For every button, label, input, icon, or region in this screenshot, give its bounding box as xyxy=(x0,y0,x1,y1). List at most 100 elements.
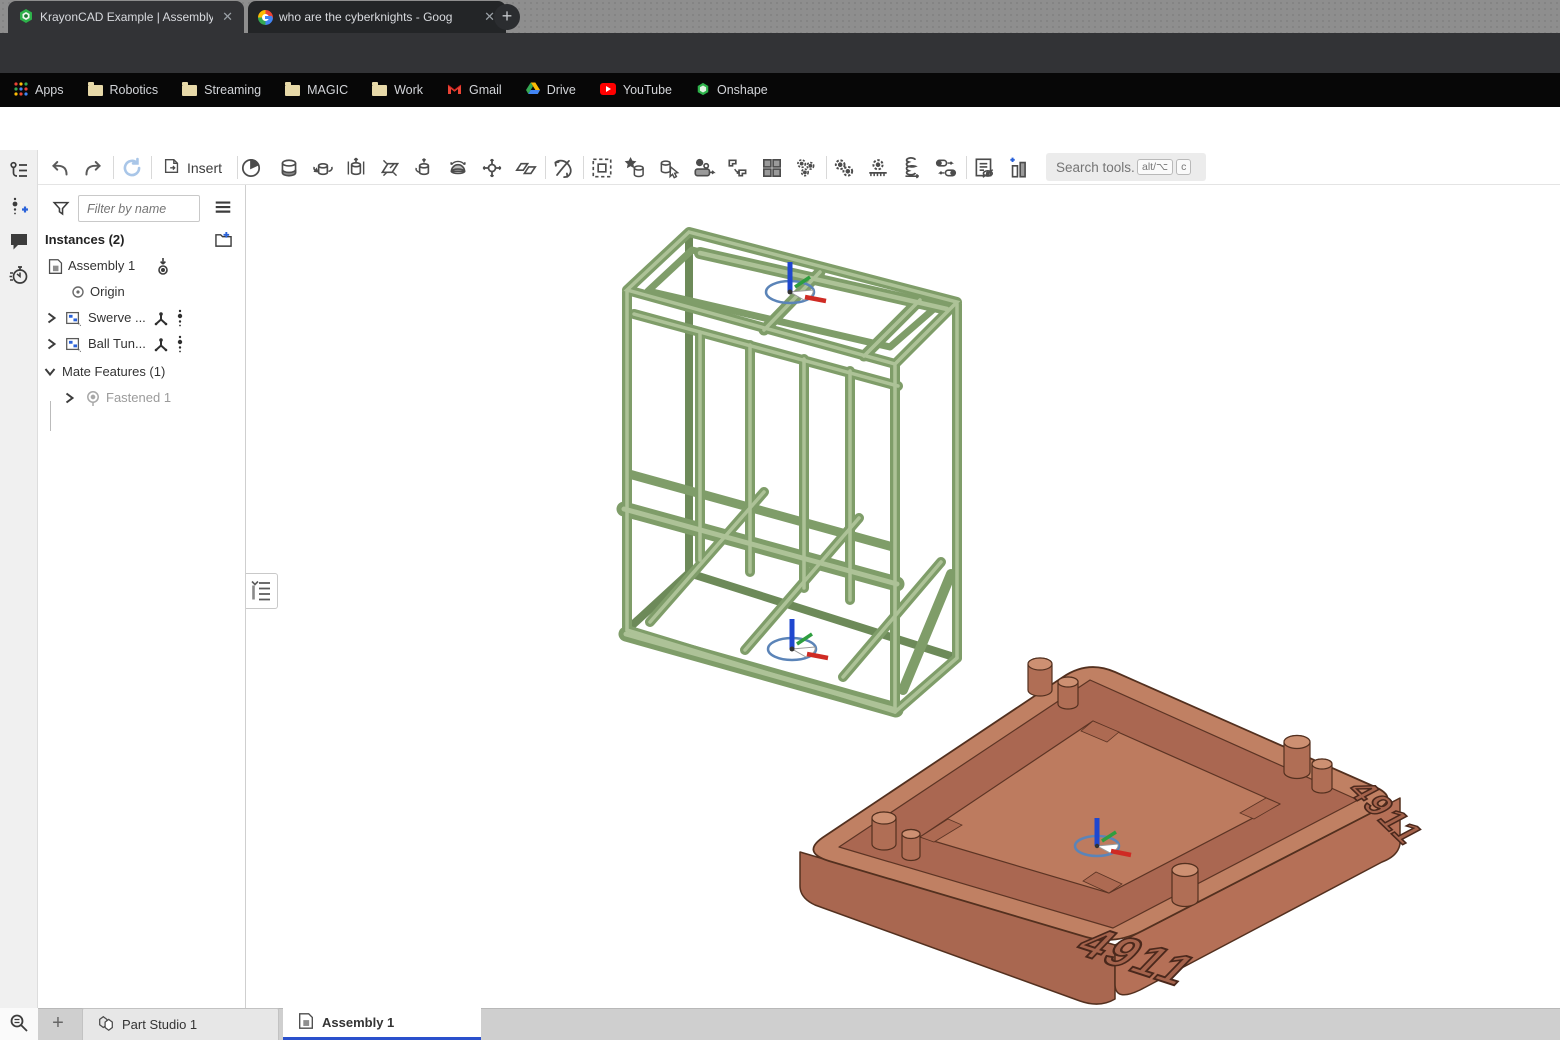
tab-close-icon[interactable]: ✕ xyxy=(219,9,236,25)
pattern-icon[interactable] xyxy=(760,156,784,180)
bookmark-robotics[interactable]: Robotics xyxy=(88,83,159,97)
mate-connector-triad[interactable] xyxy=(768,619,828,660)
mate-features-header-row[interactable]: Mate Features (1) xyxy=(38,361,246,385)
google-drive-icon xyxy=(526,82,540,98)
bookmark-apps[interactable]: Apps xyxy=(14,82,64,99)
bookmark-work[interactable]: Work xyxy=(372,83,423,97)
instances-list-icon[interactable] xyxy=(8,160,30,182)
search-tabs-button[interactable] xyxy=(0,1008,38,1040)
assembly-doc-icon xyxy=(47,258,64,278)
tree-item-assembly[interactable]: Assembly 1 xyxy=(38,255,246,279)
snap-mode-icon[interactable] xyxy=(692,156,716,180)
onshape-favicon-icon xyxy=(18,8,34,27)
bookmark-onshape[interactable]: Onshape xyxy=(696,82,768,99)
revolute-mate-icon[interactable] xyxy=(311,156,335,180)
ball-mate-icon[interactable] xyxy=(446,156,470,180)
bookmark-streaming[interactable]: Streaming xyxy=(182,83,261,97)
shortcut-key-c: c xyxy=(1176,159,1191,175)
mate-features-header: Mate Features (1) xyxy=(62,364,165,379)
tree-item-label: Swerve ... xyxy=(88,310,146,325)
onshape-header: onshape KrayonCAD Example Main xyxy=(0,107,1560,150)
apps-grid-icon xyxy=(14,82,28,99)
search-tools-input[interactable] xyxy=(1056,160,1134,175)
insert-icon xyxy=(162,156,182,179)
bookmark-drive[interactable]: Drive xyxy=(526,82,576,98)
replicate-icon[interactable] xyxy=(726,156,750,180)
browser-tab-active[interactable]: KrayonCAD Example | Assembly ✕ xyxy=(8,1,244,33)
3d-viewport[interactable]: 4911 4911 xyxy=(246,185,1560,1008)
part-instance-icon xyxy=(64,309,82,330)
tree-item-label: Assembly 1 xyxy=(68,258,135,273)
chevron-right-icon[interactable] xyxy=(62,391,76,408)
mate-connector-icon[interactable] xyxy=(624,156,648,180)
mate-tripod-icon xyxy=(152,309,170,330)
fastened-mate-icon[interactable] xyxy=(277,156,301,180)
insert-button[interactable]: Insert xyxy=(162,156,222,179)
gmail-icon xyxy=(447,83,462,98)
bill-of-materials-icon[interactable] xyxy=(972,156,996,180)
folder-icon xyxy=(372,85,387,96)
chevron-right-icon[interactable] xyxy=(44,311,58,328)
3d-viewport-canvas: 4911 4911 xyxy=(246,185,1560,1008)
tab-part-studio[interactable]: Part Studio 1 xyxy=(82,1008,279,1040)
sync-update-icon[interactable] xyxy=(120,156,144,180)
planar-mate-icon[interactable] xyxy=(378,156,402,180)
tab-assembly[interactable]: Assembly 1 xyxy=(283,1008,481,1040)
kebab-handle-icon[interactable] xyxy=(176,334,184,357)
tree-item-fastened[interactable]: Fastened 1 xyxy=(38,387,246,411)
bookmark-gmail[interactable]: Gmail xyxy=(447,83,502,98)
tangent-mate-icon[interactable] xyxy=(551,156,575,180)
relations-icon[interactable] xyxy=(794,156,818,180)
comments-icon[interactable] xyxy=(8,230,30,252)
tab-label: Part Studio 1 xyxy=(122,1017,197,1032)
instances-header: Instances (2) xyxy=(45,232,124,247)
tree-item-label: Fastened 1 xyxy=(106,390,171,405)
new-tab-button[interactable]: + xyxy=(494,4,520,30)
tree-item-origin[interactable]: Origin xyxy=(38,281,246,305)
tree-item-swerve[interactable]: Swerve ... xyxy=(38,307,246,331)
filter-icon[interactable] xyxy=(51,199,71,222)
bookmarks-bar: Apps Robotics Streaming MAGIC Work Gmail… xyxy=(0,73,1560,107)
tab-title: KrayonCAD Example | Assembly xyxy=(40,10,213,24)
create-subassembly-icon[interactable] xyxy=(214,231,233,251)
search-tools-box[interactable]: alt/⌥ c xyxy=(1046,153,1206,181)
kebab-handle-icon[interactable] xyxy=(176,308,184,331)
part-instance-icon xyxy=(64,335,82,356)
named-positions-icon[interactable] xyxy=(657,156,681,180)
slider-mate-icon[interactable] xyxy=(344,156,368,180)
panel-collapse-handle[interactable] xyxy=(246,573,278,609)
instances-panel: Instances (2) Assembly 1 Origin xyxy=(38,185,246,1008)
belt-relation-icon[interactable] xyxy=(934,156,958,180)
redo-icon[interactable] xyxy=(81,156,105,180)
browser-tab-inactive[interactable]: who are the cyberknights - Goog ✕ xyxy=(248,1,506,33)
bookmark-magic[interactable]: MAGIC xyxy=(285,83,348,97)
filter-by-name-input[interactable] xyxy=(78,195,200,222)
add-tab-button[interactable]: + xyxy=(46,1010,70,1036)
rack-and-pinion-relation-icon[interactable] xyxy=(866,156,890,180)
gear-relation-icon[interactable] xyxy=(832,156,856,180)
cylindrical-mate-icon[interactable] xyxy=(412,156,436,180)
tree-item-ball-tunnel[interactable]: Ball Tun... xyxy=(38,333,246,357)
instances-header-row: Instances (2) xyxy=(38,229,246,253)
chevron-down-icon[interactable] xyxy=(43,366,57,381)
tab-label: Assembly 1 xyxy=(322,1015,394,1030)
display-states-icon[interactable] xyxy=(1006,156,1030,180)
part-studio-icon xyxy=(97,1014,115,1035)
browser-tab-strip: KrayonCAD Example | Assembly ✕ who are t… xyxy=(0,0,1560,33)
history-icon[interactable] xyxy=(8,264,30,286)
add-mate-connector-icon[interactable] xyxy=(8,196,30,218)
parallel-mate-icon[interactable] xyxy=(514,156,538,180)
fix-anchor-icon xyxy=(155,257,171,279)
bookmark-youtube[interactable]: YouTube xyxy=(600,83,672,98)
group-icon[interactable] xyxy=(590,156,614,180)
mate-tripod-icon xyxy=(152,335,170,356)
list-options-icon[interactable] xyxy=(213,198,233,221)
pin-slot-mate-icon[interactable] xyxy=(480,156,504,180)
tree-item-label: Origin xyxy=(90,284,125,299)
screw-relation-icon[interactable] xyxy=(900,156,924,180)
chevron-right-icon[interactable] xyxy=(44,337,58,354)
mate-icon[interactable] xyxy=(239,156,263,180)
shortcut-key-alt: alt/⌥ xyxy=(1137,159,1173,175)
undo-icon[interactable] xyxy=(48,156,72,180)
origin-icon xyxy=(71,285,85,302)
